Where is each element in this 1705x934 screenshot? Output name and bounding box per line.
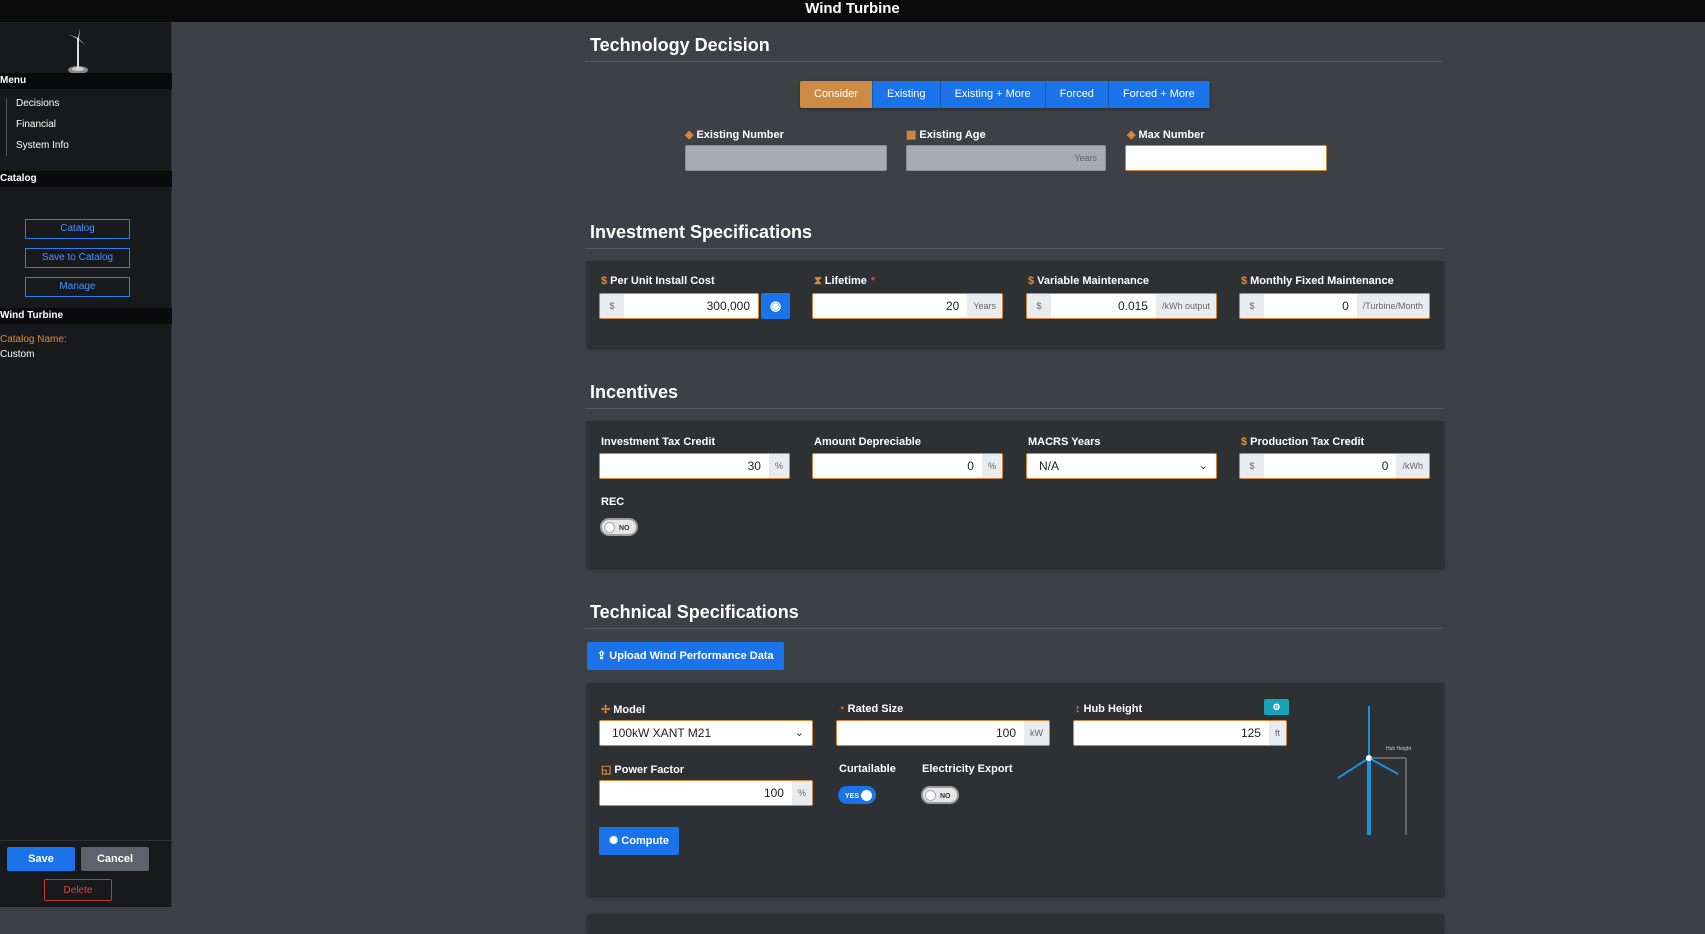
power-factor-label: ◱ Power Factor	[601, 764, 685, 776]
macrs-select[interactable]: N/A ⌄	[1026, 453, 1217, 479]
fingerprint-icon[interactable]: ◉	[761, 293, 790, 319]
existing-age-label: ▦ Existing Age	[906, 129, 986, 141]
toggle-knob	[925, 790, 936, 801]
dollar-icon: $	[1241, 275, 1248, 287]
existing-number-input[interactable]	[685, 145, 887, 171]
toggle-knob	[861, 790, 872, 801]
catalog-header: Catalog	[0, 171, 172, 187]
investment-title: Investment Specifications	[590, 222, 813, 242]
chart-icon: ◱	[601, 764, 612, 776]
model-select[interactable]: 100kW XANT M21 ⌄	[599, 720, 813, 746]
option-forced-more[interactable]: Forced + More	[1108, 81, 1210, 108]
curtailable-label: Curtailable	[839, 763, 896, 775]
compute-button[interactable]: ✺ Compute	[599, 827, 679, 855]
catalog-name-value: Custom	[0, 349, 35, 360]
export-toggle[interactable]: NO	[921, 786, 959, 804]
var-maint-label: $ Variable Maintenance	[1028, 275, 1150, 287]
diamond-icon: ◈	[1127, 129, 1136, 141]
install-cost-input[interactable]: $300,000	[599, 293, 759, 319]
max-number-label: ◈ Max Number	[1127, 129, 1205, 141]
option-consider[interactable]: Consider	[800, 81, 874, 108]
hourglass-icon: ⧗	[814, 275, 822, 287]
decision-segmented-control: Consider Existing Existing + More Forced…	[800, 81, 1210, 108]
delete-button[interactable]: Delete	[44, 879, 112, 901]
tech-decision-title: Technology Decision	[590, 35, 770, 55]
wind-turbine-logo-icon	[68, 28, 88, 74]
catalog-name-label: Catalog Name:	[0, 334, 67, 345]
diagram-label: Hub Height	[1386, 746, 1412, 752]
rec-label: REC	[601, 496, 625, 508]
option-existing[interactable]: Existing	[873, 81, 941, 108]
lifetime-label: ⧗ Lifetime *	[814, 275, 876, 287]
window-title: Wind Turbine	[0, 0, 1705, 22]
dollar-icon: $	[1241, 436, 1248, 448]
export-label: Electricity Export	[922, 763, 1013, 775]
lightbulb-icon: ✺	[609, 835, 622, 847]
diamond-icon: ◈	[685, 129, 694, 141]
lifetime-input[interactable]: 20 Years	[812, 293, 1003, 319]
rated-size-input[interactable]: 100 kW	[836, 720, 1050, 746]
upload-performance-button[interactable]: ⇪ Upload Wind Performance Data	[587, 642, 784, 670]
ptc-label: $ Production Tax Credit	[1241, 436, 1365, 448]
save-to-catalog-button[interactable]: Save to Catalog	[25, 248, 130, 268]
menu-item-financial[interactable]: Financial	[16, 119, 56, 130]
dollar-icon: $	[1028, 275, 1035, 287]
divider	[585, 628, 1443, 629]
save-button[interactable]: Save	[7, 847, 75, 871]
option-existing-more[interactable]: Existing + More	[940, 81, 1046, 108]
sidebar: Menu Decisions Financial System Info Cat…	[0, 22, 172, 907]
upload-icon: ⇪	[597, 650, 610, 662]
hub-height-label: ↕ Hub Height	[1075, 703, 1143, 715]
divider	[585, 61, 1443, 62]
depreciable-label: Amount Depreciable	[814, 436, 921, 448]
max-number-input[interactable]	[1125, 145, 1327, 171]
dollar-icon: $	[601, 275, 608, 287]
menu-item-decisions[interactable]: Decisions	[16, 98, 59, 109]
turbine-icon: ✢	[601, 704, 611, 716]
toggle-knob	[604, 522, 615, 533]
install-cost-label: $ Per Unit Install Cost	[601, 275, 715, 287]
curtailable-toggle[interactable]: YES	[838, 786, 876, 804]
hub-height-input[interactable]: 125 ft	[1073, 720, 1287, 746]
menu-item-system-info[interactable]: System Info	[16, 140, 69, 151]
var-maint-input[interactable]: $0.015/kWh output	[1026, 293, 1217, 319]
ptc-input[interactable]: $0/kWh	[1239, 453, 1430, 479]
next-panel	[587, 914, 1444, 934]
existing-age-input[interactable]: Years	[906, 145, 1106, 171]
catalog-button[interactable]: Catalog	[25, 219, 130, 239]
sidebar-divider	[0, 840, 172, 841]
cancel-button[interactable]: Cancel	[81, 847, 149, 871]
power-factor-input[interactable]: 100%	[599, 780, 813, 806]
rec-toggle[interactable]: NO	[600, 518, 638, 536]
calendar-icon: ▦	[906, 129, 917, 141]
manage-button[interactable]: Manage	[25, 277, 130, 297]
technical-title: Technical Specifications	[590, 602, 799, 622]
gauge-icon: ◔	[838, 703, 845, 715]
incentives-title: Incentives	[590, 382, 679, 402]
itc-input[interactable]: 30%	[599, 453, 790, 479]
calculator-icon[interactable]: ⚙	[1264, 699, 1289, 715]
divider	[585, 248, 1443, 249]
hub-height-diagram-icon: Hub Height	[1337, 706, 1412, 835]
divider	[585, 408, 1443, 409]
menu-header: Menu	[0, 73, 172, 89]
rated-size-label: ◔ Rated Size	[838, 703, 904, 715]
itc-label: Investment Tax Credit	[601, 436, 716, 448]
vertical-arrows-icon: ↕	[1075, 703, 1081, 715]
fixed-maint-label: $ Monthly Fixed Maintenance	[1241, 275, 1394, 287]
fixed-maint-input[interactable]: $0/Turbine/Month	[1239, 293, 1430, 319]
menu-tree-line	[6, 98, 7, 156]
existing-number-label: ◈ Existing Number	[685, 129, 784, 141]
chevron-down-icon: ⌄	[794, 727, 804, 739]
option-forced[interactable]: Forced	[1045, 81, 1109, 108]
macrs-label: MACRS Years	[1028, 436, 1101, 448]
model-label: ✢ Model	[601, 704, 645, 716]
chevron-down-icon: ⌄	[1198, 460, 1208, 472]
depreciable-input[interactable]: 0%	[812, 453, 1003, 479]
tech-header: Wind Turbine	[0, 308, 172, 324]
